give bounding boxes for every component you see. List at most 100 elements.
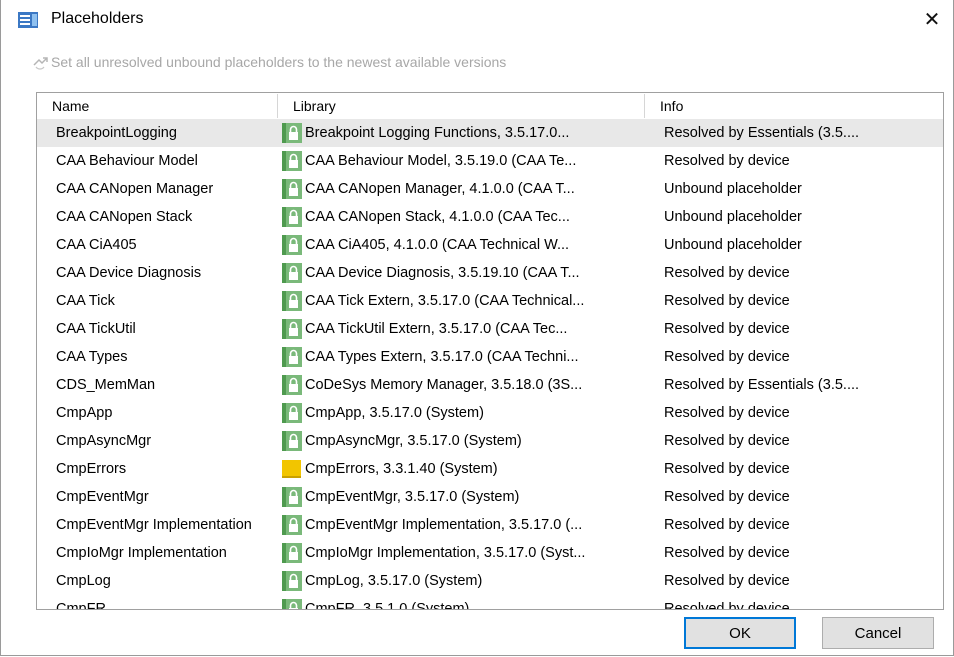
locked-library-icon <box>282 179 302 199</box>
row-name: CmpErrors <box>56 461 127 477</box>
table-row[interactable]: CAA CANopen Stack CAA CANopen Stack, 4.1.… <box>37 203 943 231</box>
row-name: CAA CANopen Manager <box>56 181 214 197</box>
row-name: CmpIoMgr Implementation <box>56 545 227 561</box>
row-library-label: CmpErrors, 3.3.1.40 (System) <box>305 461 498 477</box>
row-library-label: CoDeSys Memory Manager, 3.5.18.0 (3S... <box>305 377 583 393</box>
locked-library-icon <box>282 291 302 311</box>
table-row[interactable]: CmpEventMgr Implementation CmpEventMgr Im… <box>37 511 943 539</box>
locked-library-icon <box>282 431 302 451</box>
set-newest-versions-label: Set all unresolved unbound placeholders … <box>51 54 507 70</box>
library-icon <box>282 460 301 478</box>
table-row[interactable]: CmpApp CmpApp, 3.5.17.0 (System) Resolved … <box>37 399 943 427</box>
row-library: CmpLog, 3.5.17.0 (System) <box>281 567 651 595</box>
row-info: Resolved by device <box>664 545 790 561</box>
ok-button[interactable]: OK <box>684 617 796 649</box>
row-name: CAA Behaviour Model <box>56 153 198 169</box>
row-info: Resolved by device <box>664 349 790 365</box>
row-info: Resolved by device <box>664 517 790 533</box>
row-library-label: CAA CANopen Manager, 4.1.0.0 (CAA T... <box>305 181 575 197</box>
table-row[interactable]: CAA Device Diagnosis CAA Device Diagnosis… <box>37 259 943 287</box>
list-header: Name Library Info <box>37 93 943 120</box>
locked-library-icon <box>282 543 302 563</box>
row-library-label: CAA Types Extern, 3.5.17.0 (CAA Techni..… <box>305 349 579 365</box>
row-name: BreakpointLogging <box>56 125 177 141</box>
table-row[interactable]: CDS_MemMan CoDeSys Memory Manager, 3.5.18… <box>37 371 943 399</box>
row-name: CAA TickUtil <box>56 321 136 337</box>
set-newest-versions-action[interactable]: Set all unresolved unbound placeholders … <box>31 52 506 72</box>
row-name: CmpAsyncMgr <box>56 433 152 449</box>
table-row[interactable]: CAA Tick CAA Tick Extern, 3.5.17.0 (CAA T… <box>37 287 943 315</box>
table-row[interactable]: CmpFR CmpFR, 3.5.1.0 (System) Resolved by … <box>37 595 943 610</box>
row-library-label: Breakpoint Logging Functions, 3.5.17.0..… <box>305 125 570 141</box>
table-row[interactable]: CmpErrors CmpErrors, 3.3.1.40 (System) Res… <box>37 455 943 483</box>
row-library-label: CmpEventMgr, 3.5.17.0 (System) <box>305 489 520 505</box>
row-library: CAA Device Diagnosis, 3.5.19.10 (CAA T..… <box>281 259 651 287</box>
row-library-label: CAA CANopen Stack, 4.1.0.0 (CAA Tec... <box>305 209 570 225</box>
placeholders-dialog: Placeholders ✕ Set all unresolved unboun… <box>0 0 954 656</box>
table-row[interactable]: BreakpointLogging Breakpoint Logging Func… <box>37 119 943 147</box>
column-header-library[interactable]: Library <box>278 93 644 119</box>
row-library-label: CAA Behaviour Model, 3.5.19.0 (CAA Te... <box>305 153 577 169</box>
table-row[interactable]: CAA Behaviour Model CAA Behaviour Model, … <box>37 147 943 175</box>
row-library-label: CAA Device Diagnosis, 3.5.19.10 (CAA T..… <box>305 265 580 281</box>
table-row[interactable]: CAA Types CAA Types Extern, 3.5.17.0 (CAA… <box>37 343 943 371</box>
table-row[interactable]: CmpLog CmpLog, 3.5.17.0 (System) Resolved … <box>37 567 943 595</box>
row-library: CAA Behaviour Model, 3.5.19.0 (CAA Te... <box>281 147 651 175</box>
table-row[interactable]: CmpEventMgr CmpEventMgr, 3.5.17.0 (System… <box>37 483 943 511</box>
locked-library-icon <box>282 347 302 367</box>
row-info: Resolved by device <box>664 433 790 449</box>
locked-library-icon <box>282 571 302 591</box>
dialog-title: Placeholders <box>51 10 144 27</box>
row-library: CmpIoMgr Implementation, 3.5.17.0 (Syst.… <box>281 539 651 567</box>
row-info: Unbound placeholder <box>664 209 802 225</box>
table-row[interactable]: CAA CiA405 CAA CiA405, 4.1.0.0 (CAA Techn… <box>37 231 943 259</box>
locked-library-icon <box>282 403 302 423</box>
row-info: Unbound placeholder <box>664 181 802 197</box>
locked-library-icon <box>282 375 302 395</box>
row-name: CmpLog <box>56 573 111 589</box>
row-info: Resolved by device <box>664 601 790 610</box>
row-name: CAA CANopen Stack <box>56 209 193 225</box>
row-name: CmpApp <box>56 405 113 421</box>
row-name: CmpEventMgr <box>56 489 149 505</box>
row-info: Resolved by Essentials (3.5.... <box>664 377 860 393</box>
locked-library-icon <box>282 235 302 255</box>
title-bar: Placeholders ✕ <box>1 0 953 40</box>
row-library: CAA CANopen Manager, 4.1.0.0 (CAA T... <box>281 175 651 203</box>
table-row[interactable]: CmpIoMgr Implementation CmpIoMgr Implemen… <box>37 539 943 567</box>
row-library-label: CAA Tick Extern, 3.5.17.0 (CAA Technical… <box>305 293 585 309</box>
row-name: CmpEventMgr Implementation <box>56 517 252 533</box>
row-library-label: CAA CiA405, 4.1.0.0 (CAA Technical W... <box>305 237 570 253</box>
row-info: Resolved by device <box>664 405 790 421</box>
row-library-label: CmpEventMgr Implementation, 3.5.17.0 (..… <box>305 517 583 533</box>
row-info: Resolved by device <box>664 293 790 309</box>
row-library: CmpErrors, 3.3.1.40 (System) <box>281 455 651 483</box>
row-info: Unbound placeholder <box>664 237 802 253</box>
row-info: Resolved by device <box>664 265 790 281</box>
locked-library-icon <box>282 515 302 535</box>
row-library: CmpAsyncMgr, 3.5.17.0 (System) <box>281 427 651 455</box>
row-library: CmpEventMgr, 3.5.17.0 (System) <box>281 483 651 511</box>
row-info: Resolved by device <box>664 489 790 505</box>
row-name: CmpFR <box>56 601 106 610</box>
column-header-name[interactable]: Name <box>37 93 277 119</box>
row-library: CAA CANopen Stack, 4.1.0.0 (CAA Tec... <box>281 203 651 231</box>
row-name: CAA CiA405 <box>56 237 137 253</box>
locked-library-icon <box>282 123 302 143</box>
close-button[interactable]: ✕ <box>917 4 947 34</box>
cancel-button[interactable]: Cancel <box>822 617 934 649</box>
row-library: CAA TickUtil Extern, 3.5.17.0 (CAA Tec..… <box>281 315 651 343</box>
row-info: Resolved by device <box>664 321 790 337</box>
table-row[interactable]: CAA CANopen Manager CAA CANopen Manager, … <box>37 175 943 203</box>
column-header-info[interactable]: Info <box>645 93 943 119</box>
row-info: Resolved by Essentials (3.5.... <box>664 125 860 141</box>
row-library: CoDeSys Memory Manager, 3.5.18.0 (3S... <box>281 371 651 399</box>
placeholder-list[interactable]: Name Library Info BreakpointLogging Break… <box>36 92 944 610</box>
row-name: CAA Types <box>56 349 128 365</box>
table-row[interactable]: CAA TickUtil CAA TickUtil Extern, 3.5.17.… <box>37 315 943 343</box>
table-row[interactable]: CmpAsyncMgr CmpAsyncMgr, 3.5.17.0 (System… <box>37 427 943 455</box>
row-library-label: CmpAsyncMgr, 3.5.17.0 (System) <box>305 433 522 449</box>
row-library: CmpApp, 3.5.17.0 (System) <box>281 399 651 427</box>
row-library-label: CmpLog, 3.5.17.0 (System) <box>305 573 483 589</box>
locked-library-icon <box>282 487 302 507</box>
